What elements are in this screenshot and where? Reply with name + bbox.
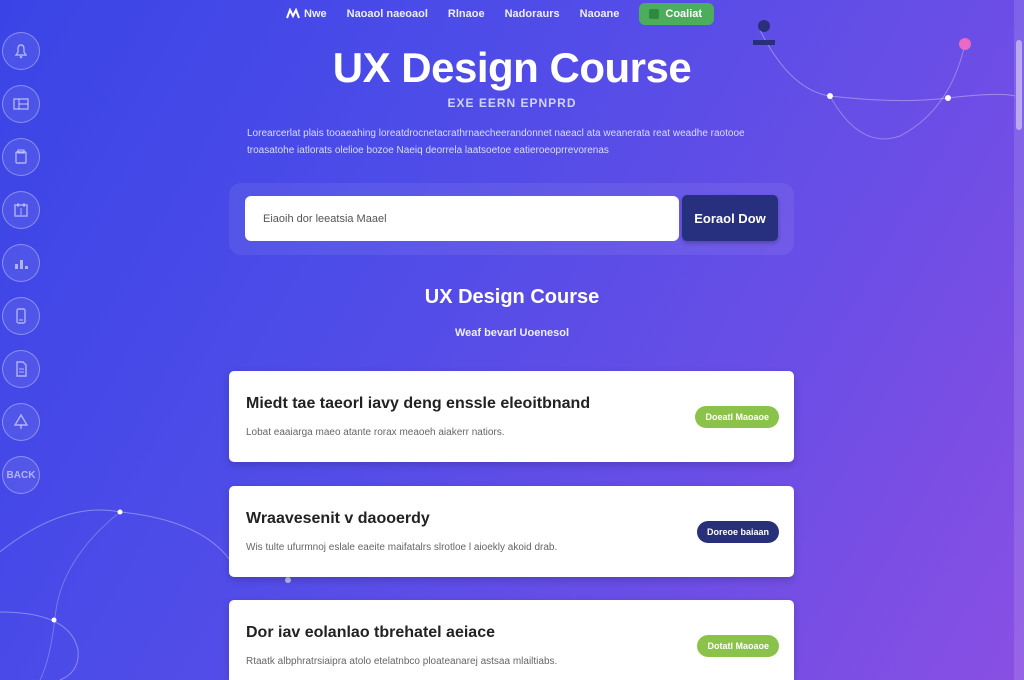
scrollbar[interactable] [1014, 0, 1024, 680]
document-icon [16, 361, 27, 377]
nav-item-3[interactable]: Rlnaoe [448, 8, 485, 20]
rail-chart-button[interactable] [2, 244, 40, 282]
chart-icon [15, 260, 28, 269]
rail-calendar-button[interactable] [2, 191, 40, 229]
nav-item-5[interactable]: Naoane [580, 8, 620, 20]
card-description: Rtaatk albphratrsiaipra atolo etelatnbco… [246, 656, 558, 667]
card-action-button[interactable]: Dotatl Maoaoe [697, 635, 779, 657]
top-nav: Nwe Naoaol naeoaol Rlnaoe Nadoraurs Naoa… [286, 2, 715, 26]
nav-cta-label: Coaliat [665, 8, 703, 20]
nav-label: Rlnaoe [447, 8, 485, 20]
scrollbar-thumb[interactable] [1016, 40, 1022, 130]
card-description: Lobat eaaiarga maeo atante rorax meaoeh … [246, 427, 505, 438]
card-title: Wraavesenit v daooerdy [246, 510, 430, 527]
card-title: Dor iav eolanlao tbrehatel aeiace [246, 624, 495, 641]
hero-description: Lorearcerlat plais tooaeahing loreatdroc… [247, 128, 745, 156]
card-description: Wis tulte ufurmnoj eslale eaeite maifata… [246, 542, 558, 553]
calendar-icon [14, 203, 28, 217]
nav-item-home[interactable]: Nwe [286, 8, 327, 20]
logo-icon [286, 8, 300, 19]
nav-item-4[interactable]: Nadoraurs [505, 8, 560, 20]
card-action-button[interactable]: Doreoe baiaan [696, 521, 779, 543]
tree-icon [13, 413, 29, 429]
card-title: Miedt tae taeorl iavy deng enssle eleoit… [246, 395, 591, 412]
section-subtitle: Weaf bevarl Uoenesol [454, 327, 570, 339]
rail-tree-button[interactable] [2, 403, 40, 441]
section-title: UX Design Course [424, 286, 600, 308]
cta-icon [649, 9, 660, 19]
phone-icon [16, 308, 26, 324]
nav-cta-button[interactable]: Coaliat [639, 3, 715, 25]
card-action-button[interactable]: Doeatl Maoaoe [695, 406, 779, 428]
nav-label: Naoane [579, 8, 620, 20]
search-input[interactable] [245, 196, 679, 241]
back-label: BACK [6, 469, 36, 481]
nav-label: Nadoraurs [504, 8, 560, 20]
hero-subtitle: EXE EERN EPNPRD [447, 96, 577, 110]
rail-back-button[interactable]: BACK [2, 456, 40, 494]
nav-item-2[interactable]: Naoaol naeoaol [347, 8, 428, 20]
page-title: UX Design Course [332, 44, 692, 91]
search-panel: Eoraol Dow [229, 183, 794, 255]
nav-label: Nwe [304, 8, 327, 20]
course-card: Dor iav eolanlao tbrehatel aeiace Rtaatk… [229, 600, 794, 680]
nav-label: Naoaol naeoaol [346, 8, 428, 20]
page-icon [15, 149, 27, 164]
course-card: Miedt tae taeorl iavy deng enssle eleoit… [229, 371, 794, 462]
rail-document-button[interactable] [2, 350, 40, 388]
search-button[interactable]: Eoraol Dow [682, 195, 778, 241]
rail-page-button[interactable] [2, 138, 40, 176]
course-card: Wraavesenit v daooerdy Wis tulte ufurmno… [229, 486, 794, 577]
